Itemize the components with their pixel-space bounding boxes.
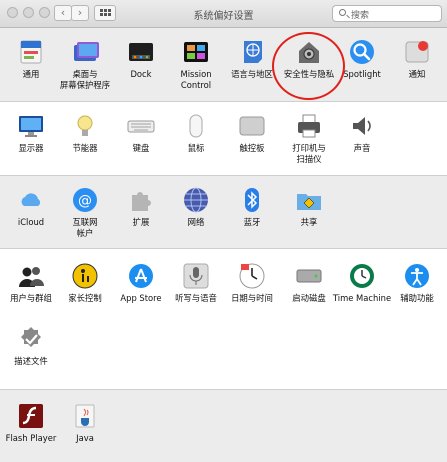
dock-icon — [127, 38, 155, 66]
pane-icloud[interactable]: iCloud — [1, 186, 61, 228]
flash-icon — [17, 402, 45, 430]
pane-network[interactable]: 网络 — [166, 186, 226, 228]
sharing-folder-icon — [295, 186, 323, 214]
pane-label: 桌面与 屏幕保护程序 — [59, 69, 111, 90]
pane-keyboard[interactable]: 键盘 — [111, 112, 171, 154]
search-icon — [339, 9, 346, 16]
desktop-screensaver-icon — [71, 38, 99, 66]
accessibility-icon — [403, 262, 431, 290]
java-cup-icon — [71, 402, 99, 430]
pane-label: iCloud — [17, 217, 45, 227]
app-store-icon — [127, 262, 155, 290]
pane-label: 启动磁盘 — [292, 293, 326, 303]
pane-java[interactable]: Java — [55, 402, 115, 444]
pane-label: Time Machine — [332, 293, 392, 303]
mission-control-icon — [182, 38, 210, 66]
pane-label: 显示器 — [18, 143, 44, 153]
pane-label: 蓝牙 — [243, 217, 261, 227]
pane-trackpad[interactable]: 触控板 — [222, 112, 282, 154]
pane-sound[interactable]: 声音 — [332, 112, 392, 154]
display-icon — [17, 112, 45, 140]
mouse-icon — [182, 112, 210, 140]
lightbulb-icon — [71, 112, 99, 140]
pane-label: 辅助功能 — [400, 293, 434, 303]
disk-icon — [295, 262, 323, 290]
pane-label: Java — [76, 433, 94, 443]
keyboard-icon — [127, 112, 155, 140]
at-icon: @ — [71, 186, 99, 214]
pane-label: 触控板 — [239, 143, 265, 153]
pane-notifications[interactable]: 通知 — [387, 38, 447, 80]
pane-label: 共享 — [300, 217, 318, 227]
pane-desktop-screensaver[interactable]: 桌面与 屏幕保护程序 — [55, 38, 115, 91]
pane-label: 通用 — [22, 69, 40, 79]
pane-label: 听写与语音 — [175, 293, 217, 303]
pane-label: 打印机与 扫描仪 — [292, 143, 326, 164]
pane-label: Flash Player — [5, 433, 57, 443]
time-machine-icon — [348, 262, 376, 290]
pane-label: 日期与时间 — [231, 293, 273, 303]
clock-icon — [238, 262, 266, 290]
pane-energy-saver[interactable]: 节能器 — [55, 112, 115, 154]
general-icon — [17, 38, 45, 66]
bluetooth-icon — [238, 186, 266, 214]
microphone-icon — [182, 262, 210, 290]
pane-dock[interactable]: Dock — [111, 38, 171, 80]
title-bar: ‹ › 系统偏好设置 搜索 — [0, 0, 447, 28]
puzzle-icon — [127, 186, 155, 214]
spotlight-icon — [348, 38, 376, 66]
pane-label: App Store — [120, 293, 162, 303]
pane-label: 扩展 — [132, 217, 150, 227]
system-preferences-window: ‹ › 系统偏好设置 搜索 通用 桌面与 屏幕保护程序 Dock Mission Cont… — [0, 0, 447, 462]
pane-time-machine[interactable]: Time Machine — [332, 262, 392, 304]
users-icon — [17, 262, 45, 290]
search-field[interactable]: 搜索 — [332, 5, 442, 22]
trackpad-icon — [238, 112, 266, 140]
pane-label: 通知 — [408, 69, 426, 79]
pane-app-store[interactable]: App Store — [111, 262, 171, 304]
pane-label: 网络 — [187, 217, 205, 227]
pane-date-time[interactable]: 日期与时间 — [222, 262, 282, 304]
pane-label: 用户与群组 — [10, 293, 52, 303]
pane-general[interactable]: 通用 — [1, 38, 61, 80]
pane-parental-controls[interactable]: 家长控制 — [55, 262, 115, 304]
pane-label: 鼠标 — [187, 143, 205, 153]
security-highlight-circle — [272, 32, 345, 100]
pane-extensions[interactable]: 扩展 — [111, 186, 171, 228]
pane-profiles[interactable]: 描述文件 — [1, 325, 61, 367]
svg-text:@: @ — [78, 193, 92, 209]
pane-internet-accounts[interactable]: @ 互联网 帐户 — [55, 186, 115, 239]
speaker-icon — [348, 112, 376, 140]
pane-label: Dock — [130, 69, 152, 79]
pane-sharing[interactable]: 共享 — [279, 186, 339, 228]
icloud-icon — [17, 186, 45, 214]
pane-accessibility[interactable]: 辅助功能 — [387, 262, 447, 304]
pane-printers-scanners[interactable]: 打印机与 扫描仪 — [279, 112, 339, 165]
pane-label: 家长控制 — [68, 293, 102, 303]
pane-label: 节能器 — [72, 143, 98, 153]
pane-label: 互联网 帐户 — [72, 217, 98, 238]
notifications-icon — [403, 38, 431, 66]
pane-label: 声音 — [353, 143, 371, 153]
checkmark-badge-icon — [17, 325, 45, 353]
pane-flash-player[interactable]: Flash Player — [1, 402, 61, 444]
pane-label: 键盘 — [132, 143, 150, 153]
printer-icon — [295, 112, 323, 140]
globe-icon — [182, 186, 210, 214]
pane-dictation-speech[interactable]: 听写与语音 — [166, 262, 226, 304]
pane-users-groups[interactable]: 用户与群组 — [1, 262, 61, 304]
search-placeholder: 搜索 — [351, 11, 370, 21]
pane-startup-disk[interactable]: 启动磁盘 — [279, 262, 339, 304]
pane-displays[interactable]: 显示器 — [1, 112, 61, 154]
pane-bluetooth[interactable]: 蓝牙 — [222, 186, 282, 228]
parental-icon — [71, 262, 99, 290]
pane-label: 描述文件 — [14, 356, 48, 366]
pane-label: Mission Control — [180, 69, 212, 90]
pane-mouse[interactable]: 鼠标 — [166, 112, 226, 154]
pane-mission-control[interactable]: Mission Control — [166, 38, 226, 91]
language-region-icon — [238, 38, 266, 66]
